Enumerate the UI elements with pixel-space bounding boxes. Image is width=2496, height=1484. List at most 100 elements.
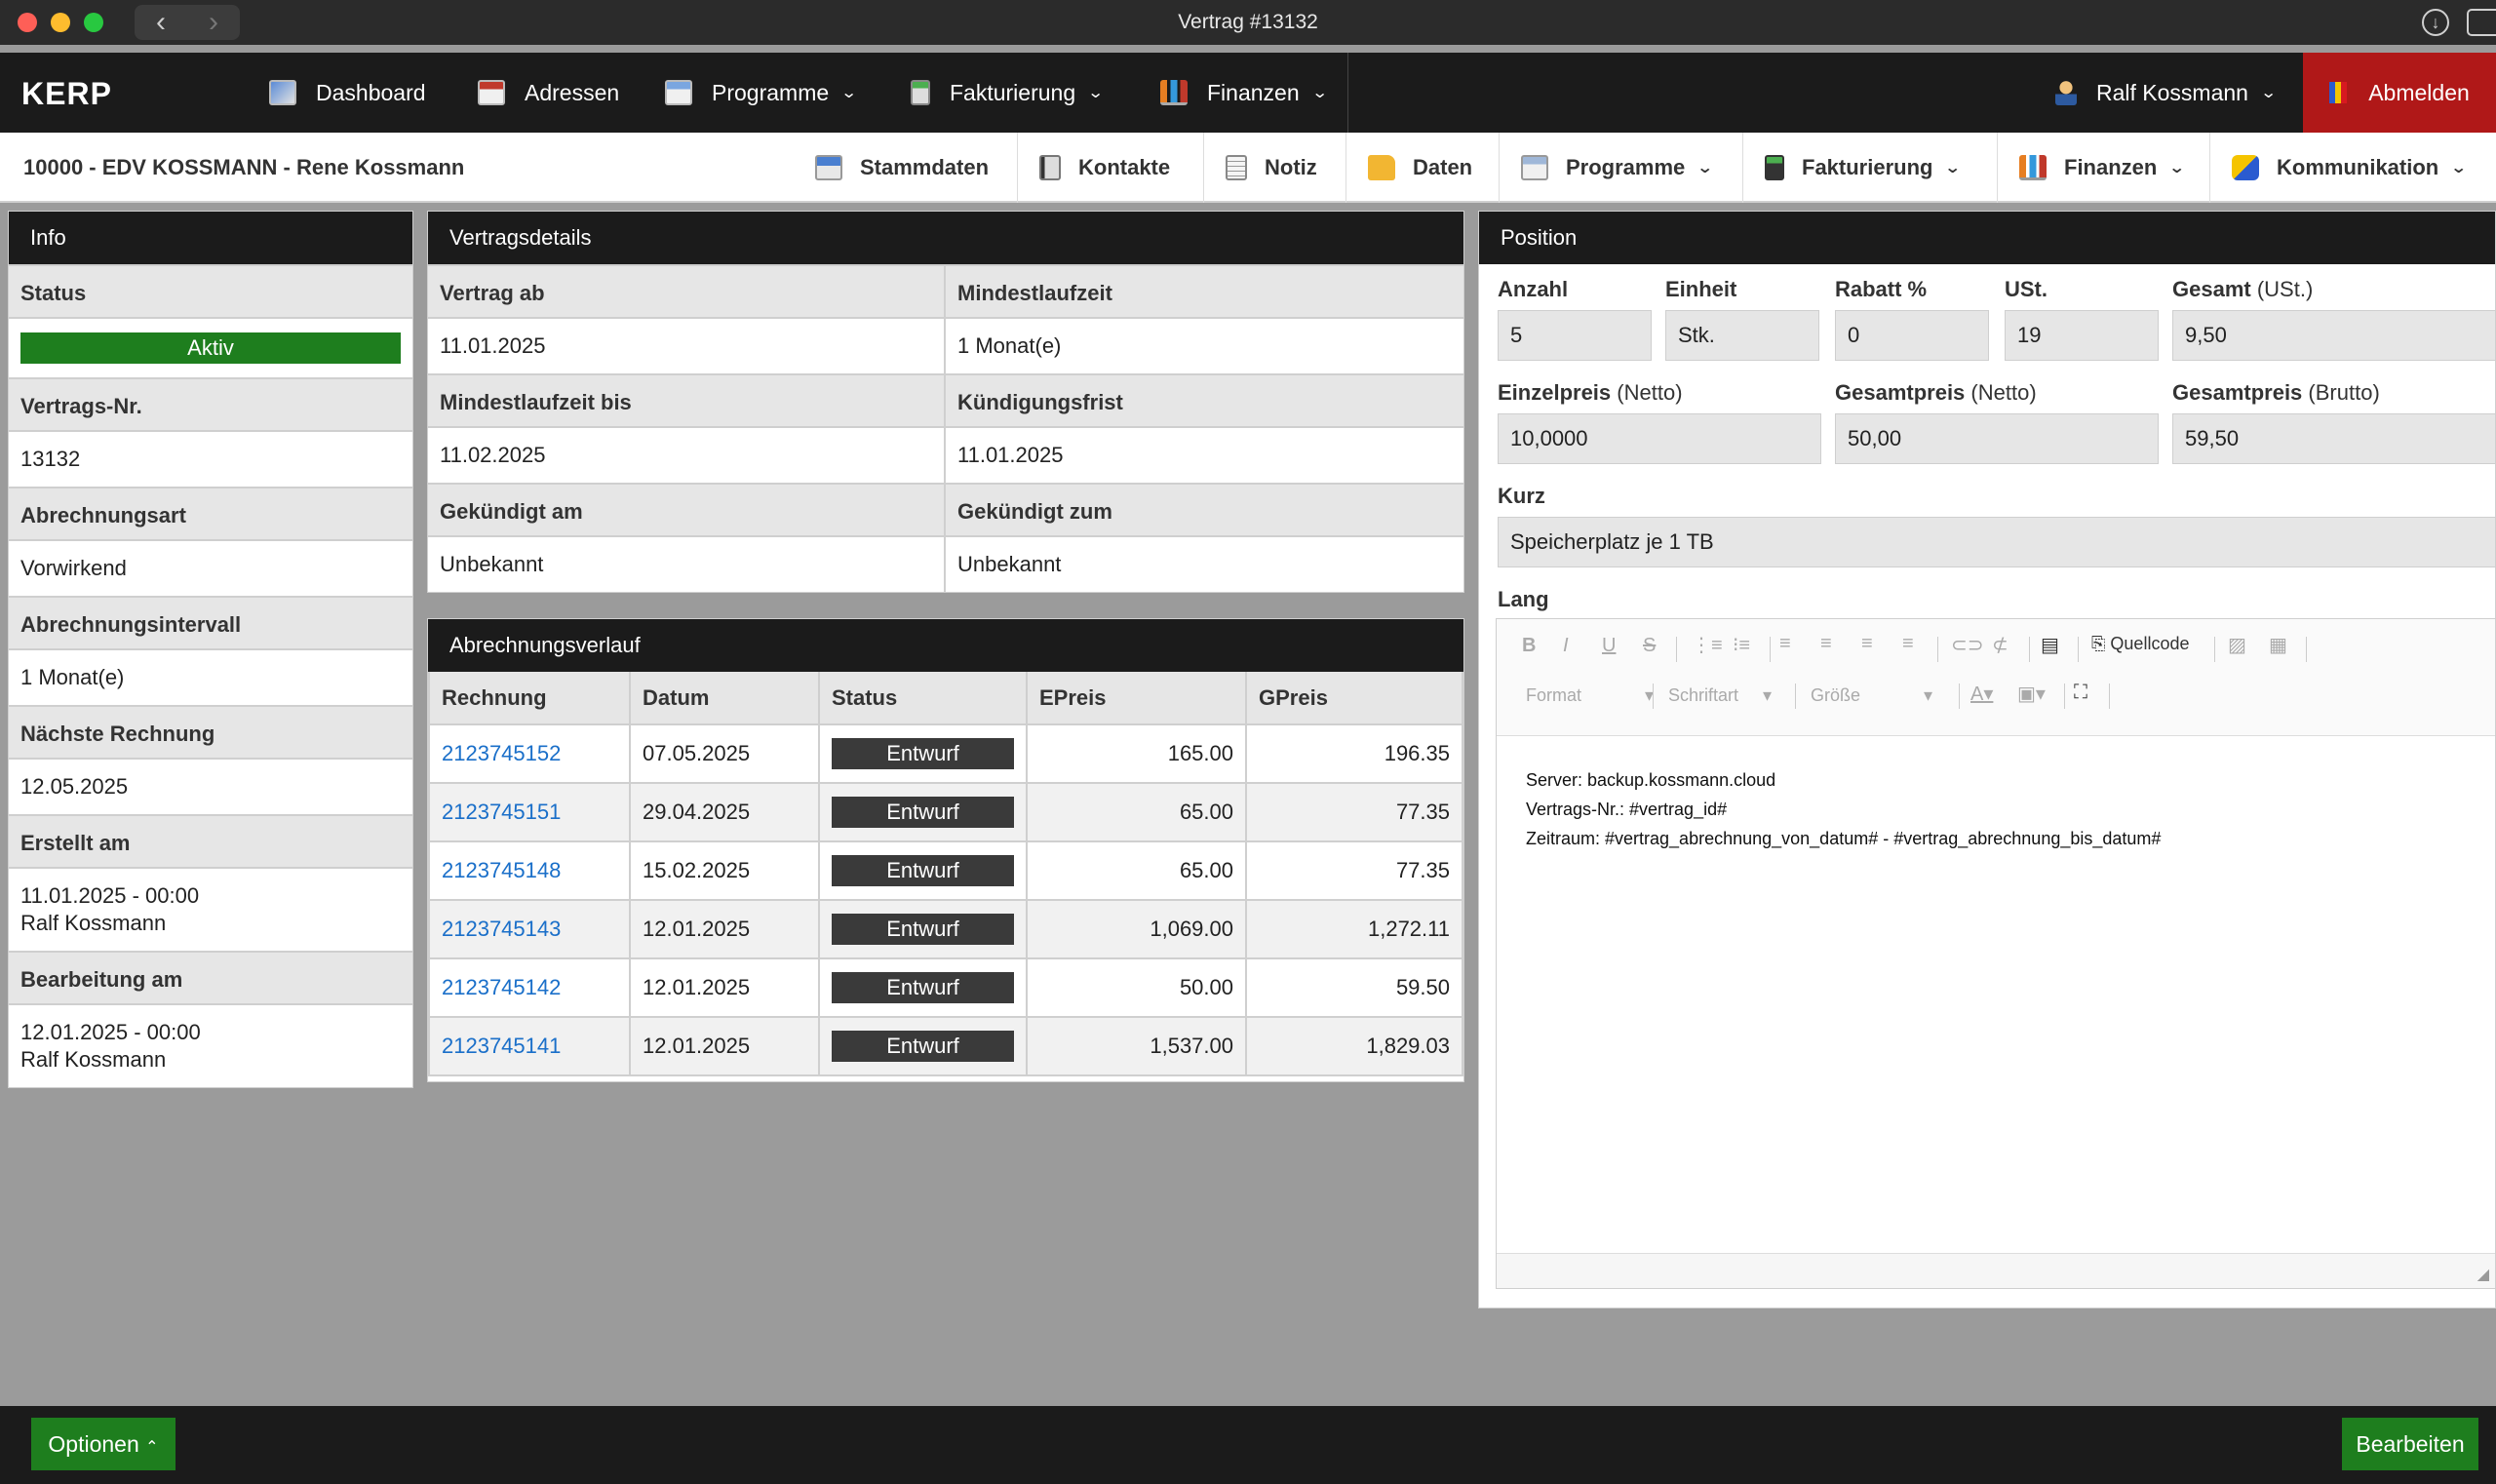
- unit-price-input[interactable]: 10,0000: [1498, 413, 1821, 464]
- align-right-icon[interactable]: ≡: [1861, 633, 1873, 655]
- bold-icon[interactable]: B: [1522, 635, 1536, 657]
- nav-programme[interactable]: Programme ⌄: [665, 53, 858, 133]
- italic-icon[interactable]: I: [1563, 635, 1569, 657]
- tab-stammdaten-label: Stammdaten: [860, 155, 990, 179]
- tab-kommunikation-label: Kommunikation: [2277, 155, 2439, 179]
- unit-input[interactable]: Stk.: [1665, 310, 1819, 361]
- table-row: 2123745148 15.02.2025 Entwurf 65.00 77.3…: [428, 840, 1463, 901]
- download-icon[interactable]: ↓: [2422, 9, 2449, 36]
- vat-input[interactable]: 19: [2005, 310, 2159, 361]
- table-row: 2123745141 12.01.2025 Entwurf 1,537.00 1…: [428, 1016, 1463, 1076]
- nav-finanzen[interactable]: Finanzen ⌄: [1160, 53, 1329, 133]
- underline-icon[interactable]: U: [1602, 635, 1616, 657]
- billing-interval-value: 1 Monat(e): [9, 650, 412, 705]
- maximize-icon[interactable]: ⛶: [2074, 682, 2087, 704]
- edited-label: Bearbeitung am: [9, 951, 412, 1005]
- numbered-list-icon[interactable]: ⋮≡: [1692, 633, 1723, 657]
- gross-total-input[interactable]: 59,50: [2172, 413, 2496, 464]
- edit-button[interactable]: Bearbeiten: [2342, 1418, 2478, 1470]
- table-row: 2123745152 07.05.2025 Entwurf 165.00 196…: [428, 723, 1463, 784]
- total-input[interactable]: 9,50: [2172, 310, 2496, 361]
- user-menu[interactable]: Ralf Kossmann ⌄: [2055, 53, 2277, 133]
- chevron-down-icon: ⌄: [1944, 160, 1962, 176]
- col-invoice[interactable]: Rechnung: [428, 672, 631, 725]
- invoice-link[interactable]: 2123745142: [442, 975, 561, 999]
- invoice-link[interactable]: 2123745143: [442, 917, 561, 941]
- row-eprice: 165.00: [1026, 723, 1247, 784]
- print-icon[interactable]: ▤: [2041, 633, 2059, 657]
- nav-adressen[interactable]: Adressen: [478, 53, 619, 133]
- format-select[interactable]: Format ▾: [1526, 685, 1654, 706]
- background-color-icon[interactable]: ▣▾: [2017, 682, 2046, 706]
- long-description-editor[interactable]: B I U S ⋮≡ ⁝≡ ≡ ≡ ≡ ≡ ⊂⊃ ⊄ ▤ ⎘ Quellcode…: [1496, 618, 2496, 1289]
- size-select[interactable]: Größe ▾: [1811, 685, 1932, 706]
- strikethrough-icon[interactable]: S: [1643, 635, 1656, 657]
- net-total-input[interactable]: 50,00: [1835, 413, 2159, 464]
- align-left-icon[interactable]: ≡: [1779, 633, 1791, 655]
- user-name: Ralf Kossmann: [2096, 79, 2248, 105]
- resize-handle-icon[interactable]: ◢: [2477, 1265, 2489, 1284]
- unlink-icon[interactable]: ⊄: [1992, 633, 2008, 657]
- info-panel: Info Status Aktiv Vertrags-Nr. 13132 Abr…: [8, 211, 413, 1088]
- editor-content[interactable]: Server: backup.kossmann.cloud Vertrags-N…: [1497, 736, 2495, 882]
- table-icon[interactable]: ▦: [2269, 633, 2287, 657]
- toolbar-divider: [1770, 637, 1771, 662]
- align-center-icon[interactable]: ≡: [1820, 633, 1832, 655]
- tab-daten[interactable]: Daten: [1346, 133, 1472, 203]
- total-label-suffix: (USt.): [2256, 277, 2314, 301]
- invoice-link[interactable]: 2123745152: [442, 741, 561, 765]
- cancelled-to-value: Unbekannt: [946, 537, 1463, 592]
- tab-notiz[interactable]: Notiz: [1203, 133, 1317, 203]
- tab-stammdaten[interactable]: Stammdaten: [794, 133, 989, 203]
- discount-label: Rabatt %: [1835, 277, 1928, 301]
- billing-type-value: Vorwirkend: [9, 541, 412, 596]
- source-code-button[interactable]: ⎘ Quellcode: [2091, 634, 2189, 654]
- logout-label: Abmelden: [2368, 79, 2470, 105]
- short-input[interactable]: Speicherplatz je 1 TB: [1498, 517, 2496, 567]
- col-gprice[interactable]: GPreis: [1245, 672, 1463, 725]
- invoice-link[interactable]: 2123745141: [442, 1034, 561, 1058]
- nav-fakturierung[interactable]: Fakturierung ⌄: [911, 53, 1105, 133]
- min-term-until-label: Mindestlaufzeit bis: [428, 373, 946, 428]
- cancelled-on-label: Gekündigt am: [428, 483, 946, 537]
- text-color-icon[interactable]: A▾: [1970, 682, 1993, 706]
- row-eprice: 50.00: [1026, 957, 1247, 1018]
- start-value: 11.01.2025: [428, 319, 946, 373]
- cancelled-to-label: Gekündigt zum: [946, 483, 1463, 537]
- net-total-label-suffix: (Netto): [1970, 380, 2037, 405]
- col-date[interactable]: Datum: [629, 672, 820, 725]
- tab-kontakte[interactable]: Kontakte: [1017, 133, 1170, 203]
- col-status[interactable]: Status: [818, 672, 1028, 725]
- invoice-link[interactable]: 2123745151: [442, 800, 561, 824]
- font-select[interactable]: Schriftart ▾: [1668, 685, 1772, 706]
- image-icon[interactable]: ▨: [2228, 633, 2246, 657]
- qty-input[interactable]: 5: [1498, 310, 1652, 361]
- app-logo[interactable]: KERP: [21, 76, 112, 112]
- link-icon[interactable]: ⊂⊃: [1951, 633, 1984, 657]
- chevron-down-icon: ⌄: [1696, 160, 1714, 176]
- chevron-down-icon: ⌄: [840, 85, 858, 101]
- tab-fakturierung[interactable]: Fakturierung ⌄: [1742, 133, 1962, 203]
- min-term-label: Mindestlaufzeit: [946, 264, 1463, 319]
- share-icon[interactable]: [2467, 9, 2496, 36]
- chevron-down-icon: ⌄: [1310, 85, 1329, 101]
- status-badge: Entwurf: [832, 797, 1014, 828]
- nav-dashboard[interactable]: Dashboard: [269, 53, 426, 133]
- toolbar-divider: [2214, 637, 2215, 662]
- programs-icon: [665, 80, 692, 105]
- format-select-label: Format: [1526, 685, 1582, 705]
- cancelled-on-value: Unbekannt: [428, 537, 946, 592]
- notice-label: Kündigungsfrist: [946, 373, 1463, 428]
- contract-details-panel: Vertragsdetails Vertrag ab Mindestlaufze…: [427, 211, 1464, 593]
- discount-input[interactable]: 0: [1835, 310, 1989, 361]
- options-button[interactable]: Optionen ⌃: [31, 1418, 176, 1470]
- tab-kommunikation[interactable]: Kommunikation ⌄: [2209, 133, 2468, 203]
- bullet-list-icon[interactable]: ⁝≡: [1733, 633, 1750, 657]
- logout-button[interactable]: Abmelden: [2303, 53, 2496, 133]
- invoice-link[interactable]: 2123745148: [442, 858, 561, 882]
- tab-programme[interactable]: Programme ⌄: [1499, 133, 1714, 203]
- tab-finanzen[interactable]: Finanzen ⌄: [1997, 133, 2186, 203]
- row-gprice: 77.35: [1245, 782, 1463, 842]
- col-eprice[interactable]: EPreis: [1026, 672, 1247, 725]
- align-justify-icon[interactable]: ≡: [1902, 633, 1914, 655]
